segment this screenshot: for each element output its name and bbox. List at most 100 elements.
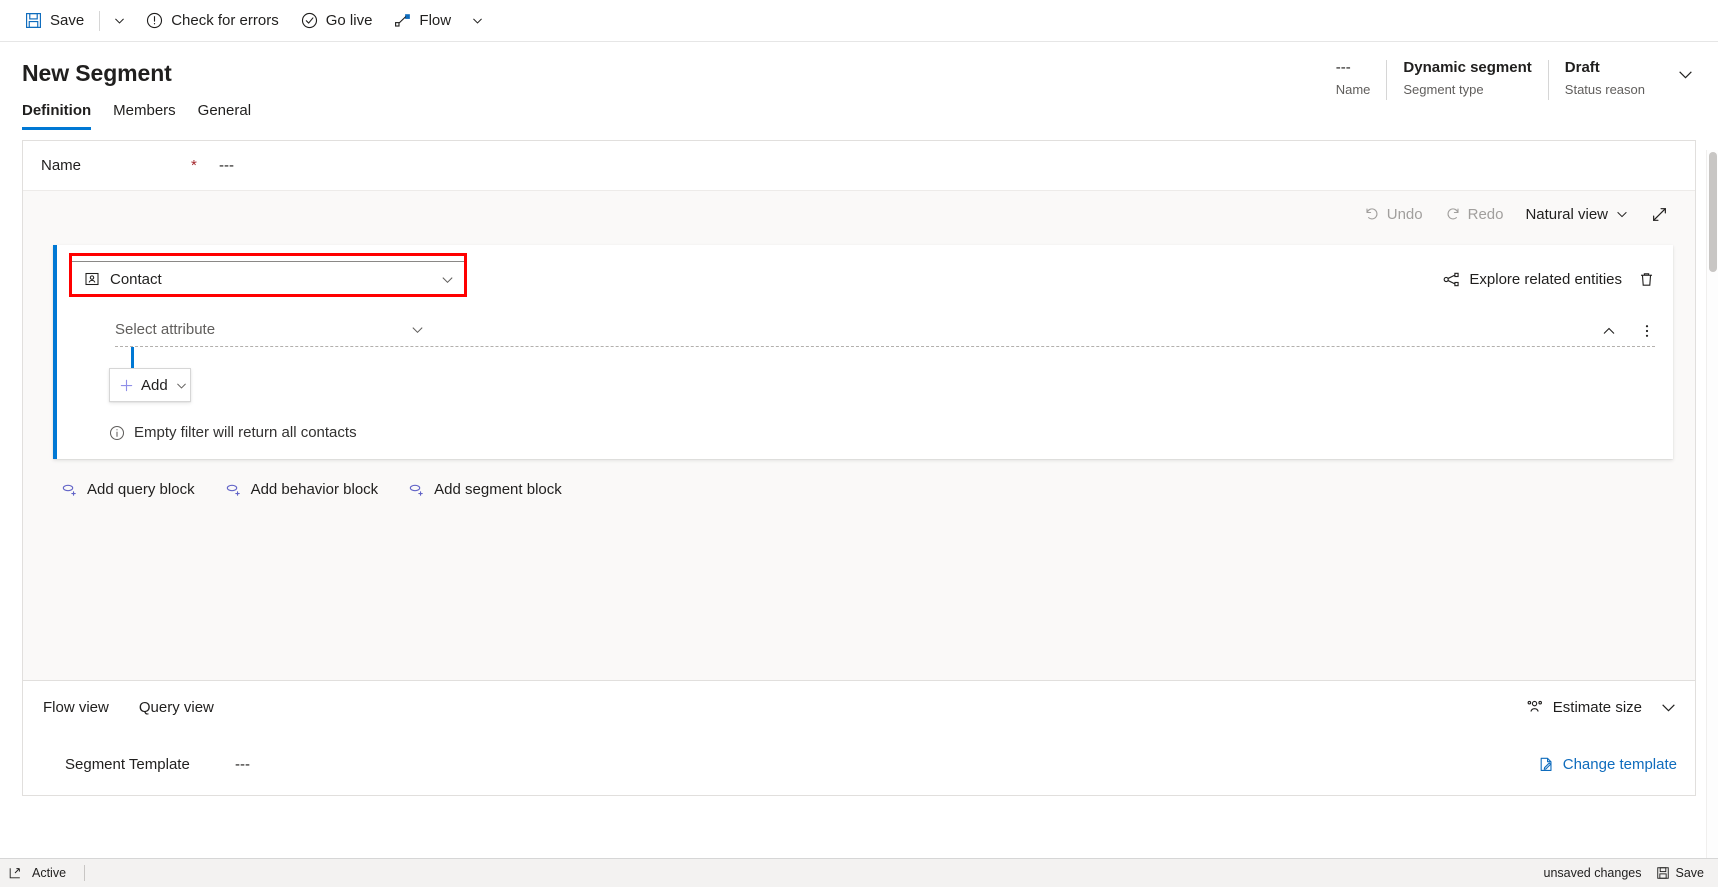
- header-name-label: Name: [1335, 82, 1371, 97]
- chevron-down-icon: [113, 14, 126, 27]
- tab-definition[interactable]: Definition: [22, 102, 92, 130]
- header-segment-type-label: Segment type: [1403, 82, 1484, 97]
- name-field-value[interactable]: ---: [219, 157, 234, 174]
- header-status-reason-label: Status reason: [1564, 82, 1645, 97]
- go-live-label: Go live: [325, 12, 373, 29]
- entity-actions: Explore related entities: [1443, 271, 1655, 288]
- status-bar-divider: [84, 865, 86, 881]
- footer-collapse-button[interactable]: [1660, 699, 1677, 716]
- footer-pane: Flow view Query view Estimate size Segme…: [23, 680, 1695, 795]
- row-more-options-button[interactable]: [1639, 323, 1655, 339]
- share-nodes-icon: [1443, 271, 1460, 288]
- redo-icon: [1445, 206, 1461, 222]
- status-save-label: Save: [1675, 866, 1705, 880]
- query-block: Contact Explore related entities Select …: [53, 245, 1673, 459]
- add-query-block-button[interactable]: Add query block: [61, 481, 195, 498]
- flow-label: Flow: [419, 12, 452, 29]
- tab-general[interactable]: General: [198, 102, 251, 130]
- status-bar: Active unsaved changes Save: [0, 858, 1718, 887]
- segment-template-row: Segment Template --- Change template: [23, 733, 1695, 795]
- attribute-dropdown[interactable]: Select attribute: [115, 321, 425, 346]
- expand-diagonal-icon: [1651, 206, 1668, 223]
- undo-icon: [1364, 206, 1380, 222]
- collapse-row-button[interactable]: [1601, 323, 1617, 339]
- save-icon: [25, 12, 42, 29]
- flow-icon: [394, 12, 411, 29]
- info-icon: [109, 425, 125, 441]
- attribute-dropdown-placeholder: Select attribute: [115, 321, 216, 338]
- edit-page-icon: [1538, 756, 1555, 773]
- segment-template-value: ---: [235, 755, 250, 773]
- more-vertical-icon: [1639, 323, 1655, 339]
- check-for-errors-button[interactable]: Check for errors: [135, 0, 290, 42]
- entity-dropdown-value: Contact: [110, 270, 162, 288]
- segment-canvas: Undo Redo Natural view Contact Explore r…: [23, 191, 1695, 680]
- error-circle-icon: [146, 12, 163, 29]
- page-title: New Segment: [22, 60, 172, 86]
- tab-query-view[interactable]: Query view: [139, 699, 214, 716]
- contact-entity-icon: [84, 271, 100, 287]
- tab-flow-view[interactable]: Flow view: [43, 699, 109, 716]
- status-bar-right: unsaved changes Save: [1544, 866, 1705, 880]
- chevron-down-icon: [1615, 207, 1629, 221]
- chevron-down-icon: [1677, 66, 1694, 83]
- attribute-row: Select attribute: [115, 321, 1655, 346]
- entity-row: Contact Explore related entities: [57, 253, 1673, 299]
- delete-block-button[interactable]: [1638, 271, 1655, 288]
- header-status-reason-value: Draft: [1564, 59, 1600, 76]
- undo-button[interactable]: Undo: [1355, 200, 1432, 229]
- entity-dropdown[interactable]: Contact: [71, 261, 466, 297]
- header-summary: --- Name Dynamic segment Segment type Dr…: [1320, 58, 1700, 100]
- definition-card: Name * --- Undo Redo Natural view Contac…: [22, 140, 1696, 796]
- header-field-name: --- Name: [1320, 58, 1387, 100]
- change-template-label: Change template: [1562, 755, 1677, 773]
- save-icon: [1656, 866, 1670, 880]
- header-segment-type-value: Dynamic segment: [1403, 59, 1532, 76]
- chevron-down-icon: [471, 14, 484, 27]
- explore-related-entities-button[interactable]: Explore related entities: [1443, 271, 1622, 288]
- command-bar: Save Check for errors Go live Flow: [0, 0, 1718, 42]
- status-state-label: Active: [32, 866, 67, 880]
- name-field-row: Name * ---: [23, 141, 1695, 191]
- expand-canvas-button[interactable]: [1642, 200, 1677, 229]
- redo-button[interactable]: Redo: [1436, 200, 1513, 229]
- view-mode-label: Natural view: [1525, 205, 1608, 223]
- chevron-down-icon: [440, 272, 455, 287]
- tab-members[interactable]: Members: [113, 102, 176, 130]
- add-segment-block-button[interactable]: Add segment block: [408, 481, 562, 498]
- command-bar-divider: [99, 10, 101, 31]
- view-mode-button[interactable]: Natural view: [1516, 200, 1638, 229]
- popout-icon[interactable]: [8, 866, 22, 880]
- plus-icon: [119, 378, 134, 393]
- save-button[interactable]: Save: [14, 0, 95, 42]
- header-expand-button[interactable]: [1661, 58, 1700, 87]
- scrollbar-thumb[interactable]: [1709, 152, 1717, 272]
- unsaved-changes-label: unsaved changes: [1543, 866, 1642, 880]
- status-save-button[interactable]: Save: [1656, 866, 1705, 880]
- status-bar-left: Active: [8, 865, 86, 881]
- required-asterisk: *: [191, 157, 197, 174]
- change-template-button[interactable]: Change template: [1538, 756, 1677, 773]
- add-behavior-block-button[interactable]: Add behavior block: [225, 481, 378, 498]
- view-switch-row: Flow view Query view Estimate size: [23, 681, 1695, 733]
- vertical-scrollbar[interactable]: [1706, 150, 1718, 858]
- redo-label: Redo: [1467, 205, 1504, 223]
- row-divider: [115, 346, 1655, 347]
- estimate-size-label: Estimate size: [1552, 698, 1642, 716]
- flow-options-button[interactable]: [462, 0, 493, 42]
- page-header: New Segment --- Name Dynamic segment Seg…: [0, 42, 1718, 100]
- save-options-button[interactable]: [104, 0, 135, 42]
- trash-icon: [1638, 271, 1655, 288]
- add-block-icon: [408, 481, 425, 498]
- add-condition-button[interactable]: Add: [109, 368, 191, 402]
- flow-button[interactable]: Flow: [383, 0, 462, 42]
- estimate-size-button[interactable]: Estimate size: [1526, 698, 1642, 716]
- explore-related-entities-label: Explore related entities: [1469, 270, 1622, 288]
- add-condition-label: Add: [141, 376, 168, 394]
- estimate-area: Estimate size: [1526, 698, 1677, 716]
- header-field-status-reason: Draft Status reason: [1549, 58, 1661, 100]
- add-segment-block-label: Add segment block: [434, 481, 562, 498]
- name-field-label: Name: [41, 157, 82, 174]
- go-live-button[interactable]: Go live: [290, 0, 384, 42]
- header-field-segment-type: Dynamic segment Segment type: [1387, 58, 1547, 100]
